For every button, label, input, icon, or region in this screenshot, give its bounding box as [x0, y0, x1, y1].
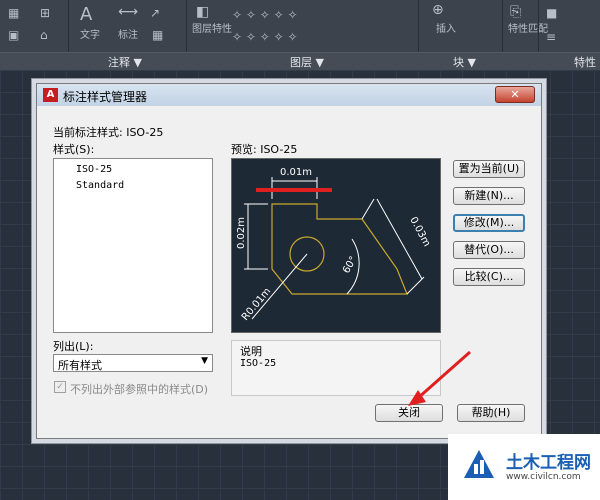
- prop-color-icon[interactable]: ■: [546, 6, 557, 20]
- close-button[interactable]: 关闭: [375, 404, 443, 422]
- leader-icon[interactable]: ↗: [150, 6, 160, 20]
- watermark-url: www.civilcn.com: [506, 472, 581, 482]
- autocad-logo-icon: A: [43, 88, 58, 102]
- description-box: 说明 ISO-25: [231, 340, 441, 396]
- list-label: 列出(L):: [53, 340, 94, 353]
- text-tool-icon[interactable]: A: [80, 4, 92, 25]
- ribbon-tool-icon[interactable]: ⊞: [40, 6, 50, 20]
- match-props-icon[interactable]: ⎘: [510, 4, 521, 20]
- ribbon-tool-icon[interactable]: ▦: [8, 6, 19, 20]
- panel-block[interactable]: 块 ▼: [453, 54, 476, 70]
- text-tool-label: 文字: [80, 30, 100, 41]
- help-button[interactable]: 帮助(H): [457, 404, 525, 422]
- style-preview: 0.01m 0.02m 0.03m 60° R0.01m: [231, 158, 441, 333]
- match-props-label: 特性匹配: [508, 24, 548, 35]
- panel-layers[interactable]: 图层 ▼: [290, 54, 324, 70]
- dim-tool-label: 标注: [118, 30, 138, 41]
- dialog-close-button[interactable]: ✕: [495, 86, 535, 103]
- dimension-style-manager-dialog: A 标注样式管理器 ✕ 当前标注样式: ISO-25 样式(S): ISO-25…: [36, 83, 542, 439]
- description-title: 说明: [240, 345, 262, 358]
- layer-props-label: 图层特性: [192, 24, 232, 35]
- ribbon-tool-icon[interactable]: ▣: [8, 28, 19, 42]
- dim-angle-text: 60°: [341, 255, 359, 276]
- ribbon-tool-icon[interactable]: ⌂: [40, 28, 48, 42]
- watermark-title: 土木工程网: [506, 453, 591, 473]
- layer-props-icon[interactable]: ◧: [196, 4, 209, 20]
- layer-state-icon[interactable]: ✧ ✧ ✧ ✧ ✧: [232, 30, 298, 44]
- dim-radius-text: R0.01m: [240, 286, 273, 323]
- panel-properties[interactable]: 特性: [574, 54, 596, 70]
- list-filter-value: 所有样式: [58, 359, 102, 372]
- style-item-standard[interactable]: Standard: [76, 180, 124, 191]
- dim-left-text: 0.02m: [236, 217, 247, 249]
- new-button[interactable]: 新建(N)...: [453, 187, 525, 205]
- compare-button[interactable]: 比较(C)...: [453, 268, 525, 286]
- dim-tool-icon[interactable]: ⟷: [118, 4, 138, 20]
- style-item-iso25[interactable]: ISO-25: [76, 164, 112, 175]
- list-filter-select[interactable]: 所有样式 ▼: [53, 354, 213, 372]
- dim-right-text: 0.03m: [407, 215, 432, 248]
- current-style-label: 当前标注样式: ISO-25: [53, 126, 164, 139]
- dialog-titlebar[interactable]: A 标注样式管理器 ✕: [37, 84, 541, 106]
- insert-icon[interactable]: ⊕: [432, 2, 444, 18]
- panel-annotate[interactable]: 注释 ▼: [108, 54, 142, 70]
- modify-button[interactable]: 修改(M)...: [453, 214, 525, 232]
- override-button[interactable]: 替代(O)...: [453, 241, 525, 259]
- prop-line-icon[interactable]: ≡: [546, 30, 556, 44]
- styles-label: 样式(S):: [53, 143, 95, 156]
- styles-listbox[interactable]: ISO-25 Standard: [53, 158, 213, 333]
- xref-checkbox[interactable]: ✓: [54, 381, 66, 393]
- insert-label: 插入: [436, 24, 456, 35]
- dim-top-text: 0.01m: [280, 167, 312, 178]
- watermark: 土木工程网 www.civilcn.com: [448, 434, 600, 500]
- set-current-button[interactable]: 置为当前(U): [453, 160, 525, 178]
- layer-state-icon[interactable]: ✧ ✧ ✧ ✧ ✧: [232, 8, 298, 22]
- table-icon[interactable]: ▦: [152, 28, 163, 42]
- preview-label: 预览: ISO-25: [231, 143, 298, 156]
- description-text: ISO-25: [240, 358, 277, 369]
- ribbon-panel-bar: 注释 ▼ 图层 ▼ 块 ▼ 特性: [0, 52, 600, 70]
- chevron-down-icon: ▼: [201, 356, 208, 366]
- watermark-logo-icon: [464, 450, 494, 478]
- dialog-title: 标注样式管理器: [63, 90, 148, 104]
- xref-checkbox-label: 不列出外部参照中的样式(D): [70, 383, 209, 396]
